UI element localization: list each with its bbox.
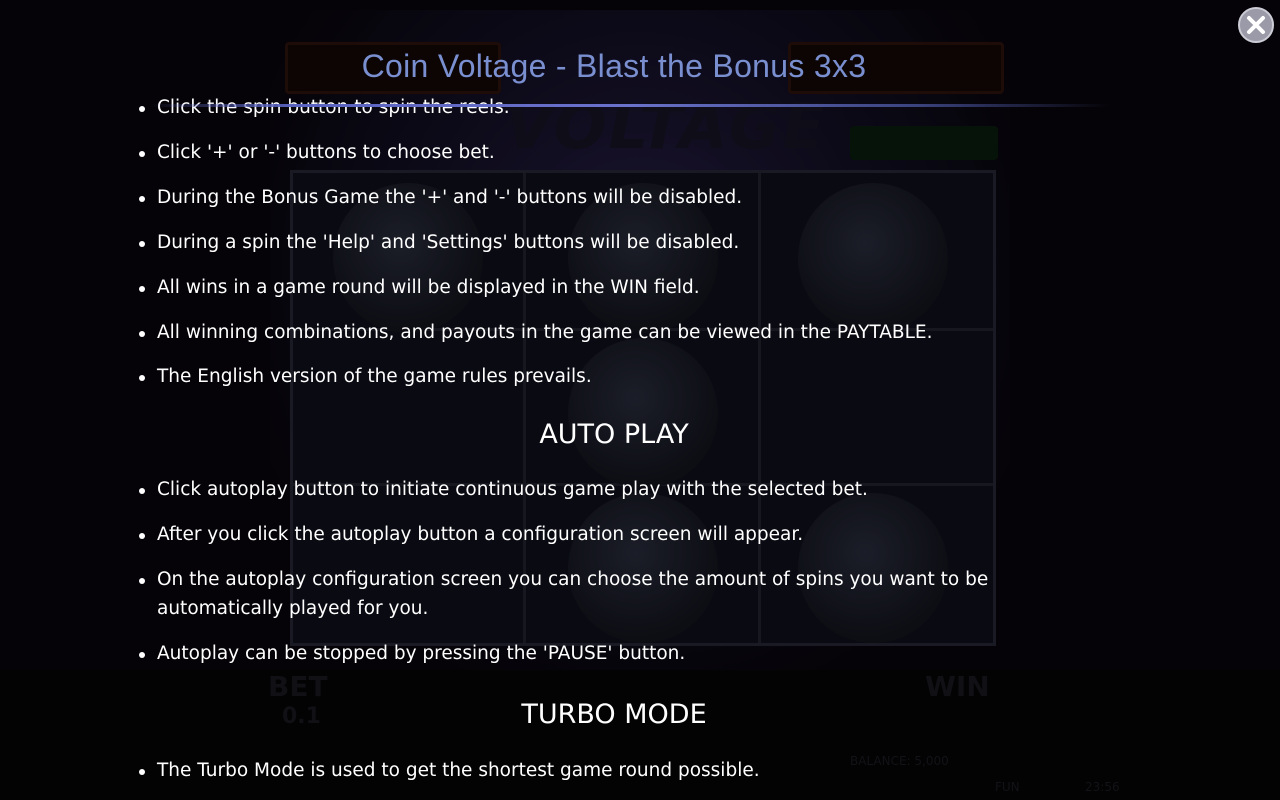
- close-icon: [1247, 16, 1265, 34]
- turbo-mode-list: The Turbo Mode is used to get the shorte…: [0, 756, 1228, 785]
- general-rules-list: Click the spin button to spin the reels.…: [0, 95, 1228, 391]
- list-item: During the Bonus Game the '+' and '-' bu…: [139, 183, 1037, 212]
- close-button[interactable]: [1238, 7, 1274, 43]
- title-underline: [150, 104, 1110, 107]
- list-item: All wins in a game round will be display…: [139, 273, 1037, 302]
- list-item: Click '+' or '-' buttons to choose bet.: [139, 138, 1037, 167]
- turbo-mode-heading: TURBO MODE: [521, 699, 707, 730]
- list-item: All winning combinations, and payouts in…: [139, 318, 1037, 347]
- auto-play-list: Click autoplay button to initiate contin…: [0, 475, 1228, 668]
- rules-scroll-area[interactable]: Click the spin button to spin the reels.…: [0, 95, 1228, 800]
- list-item: The English version of the game rules pr…: [139, 362, 1037, 391]
- list-item: After you click the autoplay button a co…: [139, 520, 1037, 549]
- list-item: Click the spin button to spin the reels.: [139, 95, 1037, 122]
- dialog-title: Coin Voltage - Blast the Bonus 3x3: [361, 48, 867, 84]
- auto-play-heading: AUTO PLAY: [539, 419, 689, 450]
- list-item: Autoplay can be stopped by pressing the …: [139, 639, 1037, 668]
- list-item: During a spin the 'Help' and 'Settings' …: [139, 228, 1037, 257]
- list-item: The Turbo Mode is used to get the shorte…: [139, 756, 1037, 785]
- list-item: Click autoplay button to initiate contin…: [139, 475, 1037, 504]
- list-item: On the autoplay configuration screen you…: [139, 565, 1037, 623]
